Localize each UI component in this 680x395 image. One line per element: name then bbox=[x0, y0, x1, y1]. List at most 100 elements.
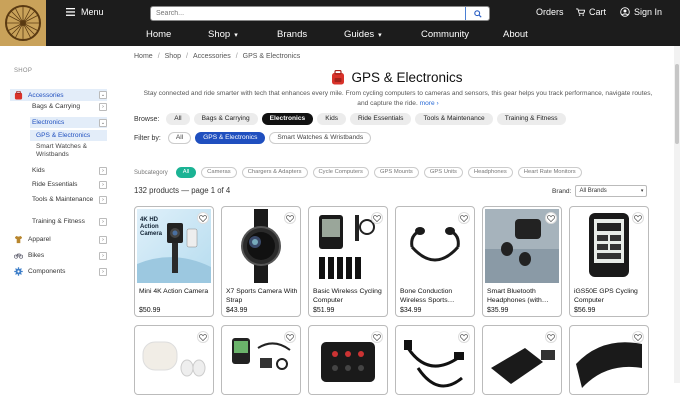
product-card[interactable] bbox=[221, 325, 301, 395]
browse-pill-ride-essentials[interactable]: Ride Essentials bbox=[350, 113, 412, 125]
sidebar-item-electronics[interactable]: Electronics ⌄ bbox=[30, 117, 107, 128]
expand-toggle[interactable]: › bbox=[99, 180, 107, 189]
orders-link[interactable]: Orders bbox=[536, 7, 564, 17]
nav-item-about[interactable]: About bbox=[503, 29, 528, 40]
search-input[interactable] bbox=[151, 7, 467, 20]
nav-item-label: Guides bbox=[344, 29, 375, 40]
scrollbar-thumb[interactable] bbox=[675, 64, 679, 144]
heart-icon[interactable] bbox=[632, 331, 644, 343]
nav-item-community[interactable]: Community bbox=[421, 29, 469, 40]
subcategory-pill-all[interactable]: All bbox=[175, 167, 197, 178]
product-card[interactable] bbox=[134, 325, 214, 395]
expand-toggle[interactable]: › bbox=[99, 166, 107, 175]
product-name[interactable]: X7 Sports Camera With Strap bbox=[226, 287, 298, 305]
page-scrollbar[interactable] bbox=[674, 46, 680, 383]
subcategory-pill-gps-mounts[interactable]: GPS Mounts bbox=[373, 167, 419, 178]
heart-icon[interactable] bbox=[284, 331, 296, 343]
filter-row: Filter by: All GPS & Electronics Smart Wat… bbox=[134, 132, 372, 144]
product-price: $35.99 bbox=[487, 307, 509, 314]
filter-pill-smart-watches-wristbands[interactable]: Smart Watches & Wristbands bbox=[269, 132, 372, 144]
nav-item-label: Home bbox=[146, 29, 172, 40]
product-card[interactable]: Bone Conduction Wireless Sports… $34.99 bbox=[395, 206, 475, 317]
product-card[interactable] bbox=[482, 325, 562, 395]
expand-toggle[interactable]: › bbox=[99, 267, 107, 276]
heart-icon[interactable] bbox=[458, 331, 470, 343]
product-card[interactable]: iGS50E GPS Cycling Computer $56.99 bbox=[569, 206, 649, 317]
sidebar-item-kids[interactable]: Kids › bbox=[10, 166, 107, 175]
subcategory-pill-chargers-adapters[interactable]: Chargers & Adapters bbox=[241, 167, 308, 178]
subcategory-pill-gps-units[interactable]: GPS Units bbox=[423, 167, 463, 178]
sidebar-item-label: Kids bbox=[32, 167, 45, 174]
bike-icon bbox=[14, 251, 23, 260]
sidebar-item-training-fitness[interactable]: Training & Fitness › bbox=[10, 217, 107, 226]
product-card[interactable]: 4K HD Action Camera Mini 4K Action Camera $5… bbox=[134, 206, 214, 317]
product-card[interactable] bbox=[308, 325, 388, 395]
product-name[interactable]: iGS50E GPS Cycling Computer bbox=[574, 287, 646, 305]
collapse-toggle[interactable]: ⌄ bbox=[99, 118, 107, 127]
sidebar-item-apparel[interactable]: Apparel › bbox=[10, 235, 107, 244]
browse-pill-training-fitness[interactable]: Training & Fitness bbox=[496, 113, 566, 125]
browse-pill-electronics[interactable]: Electronics bbox=[261, 113, 314, 125]
sidebar-item-accessories[interactable]: Accessories ⌄ bbox=[10, 89, 107, 101]
site-logo[interactable] bbox=[0, 0, 46, 46]
product-card[interactable]: X7 Sports Camera With Strap $43.99 bbox=[221, 206, 301, 317]
heart-icon[interactable] bbox=[545, 212, 557, 224]
collapse-toggle[interactable]: ⌄ bbox=[99, 91, 107, 99]
browse-pill-all[interactable]: All bbox=[166, 113, 190, 125]
filter-pill-gps-electronics[interactable]: GPS & Electronics bbox=[195, 132, 266, 144]
subcategory-pill-cycle-computers[interactable]: Cycle Computers bbox=[312, 167, 369, 178]
product-card[interactable] bbox=[395, 325, 475, 395]
sidebar-item-bags-carrying[interactable]: Bags & Carrying › bbox=[10, 102, 107, 111]
search-button[interactable] bbox=[465, 7, 489, 20]
browse-pill-kids[interactable]: Kids bbox=[317, 113, 347, 125]
sidebar-item-bikes[interactable]: Bikes › bbox=[10, 251, 107, 260]
expand-toggle[interactable]: › bbox=[99, 251, 107, 260]
subcategory-pill-headphones[interactable]: Headphones bbox=[467, 167, 513, 178]
heart-icon[interactable] bbox=[545, 331, 557, 343]
subcategory-pill-cameras[interactable]: Cameras bbox=[201, 167, 237, 178]
heart-icon[interactable] bbox=[458, 212, 470, 224]
expand-toggle[interactable]: › bbox=[99, 102, 107, 111]
product-card[interactable]: Basic Wireless Cycling Computer $51.99 bbox=[308, 206, 388, 317]
menu-button[interactable]: Menu bbox=[66, 7, 104, 17]
browse-pill-bags-carrying[interactable]: Bags & Carrying bbox=[193, 113, 258, 125]
sidebar-item-gps-electronics[interactable]: GPS & Electronics bbox=[30, 130, 107, 141]
sidebar-item-ride-essentials[interactable]: Ride Essentials › bbox=[10, 180, 107, 189]
breadcrumb-item[interactable]: Accessories bbox=[193, 53, 231, 60]
product-card[interactable] bbox=[569, 325, 649, 395]
heart-icon[interactable] bbox=[284, 212, 296, 224]
more-link[interactable]: more › bbox=[420, 100, 439, 107]
results-count: 132 products — page 1 of 4 bbox=[134, 186, 231, 195]
sidebar-item-components[interactable]: Components › bbox=[10, 267, 107, 276]
heart-icon[interactable] bbox=[632, 212, 644, 224]
signin-link[interactable]: Sign In bbox=[620, 7, 662, 17]
signin-label: Sign In bbox=[634, 7, 663, 17]
filter-pill-all[interactable]: All bbox=[167, 132, 192, 144]
product-name[interactable]: Mini 4K Action Camera bbox=[139, 287, 211, 296]
brand-select[interactable]: All Brands ▾ bbox=[575, 185, 648, 197]
breadcrumb-item[interactable]: Shop bbox=[165, 53, 181, 60]
heart-icon[interactable] bbox=[197, 331, 209, 343]
expand-toggle[interactable]: › bbox=[99, 235, 107, 244]
expand-toggle[interactable]: › bbox=[99, 217, 107, 226]
nav-item-brands[interactable]: Brands bbox=[277, 29, 307, 40]
breadcrumb-item[interactable]: Home bbox=[134, 53, 153, 60]
subcategory-pill-heart-rate-monitors[interactable]: Heart Rate Monitors bbox=[517, 167, 582, 178]
sidebar-item-smart-watches-wristbands[interactable]: Smart Watches & Wristbands bbox=[30, 143, 127, 159]
expand-toggle[interactable]: › bbox=[99, 196, 107, 204]
cart-link[interactable]: Cart bbox=[576, 7, 606, 17]
nav-item-home[interactable]: Home bbox=[146, 29, 171, 40]
nav-item-guides[interactable]: Guides ▾ bbox=[344, 29, 382, 40]
product-card[interactable]: Smart Bluetooth Headphones (with… $35.99 bbox=[482, 206, 562, 317]
nav-item-shop[interactable]: Shop ▾ bbox=[208, 29, 238, 40]
product-name[interactable]: Basic Wireless Cycling Computer bbox=[313, 287, 385, 305]
product-name[interactable]: Bone Conduction Wireless Sports… bbox=[400, 287, 472, 305]
page-title-text: GPS & Electronics bbox=[351, 70, 463, 85]
sidebar-item-tools-maintenance[interactable]: Tools & Maintenance › bbox=[10, 196, 107, 204]
sidebar-heading: SHOP bbox=[14, 68, 33, 74]
heart-icon[interactable] bbox=[197, 212, 209, 224]
heart-icon[interactable] bbox=[371, 212, 383, 224]
heart-icon[interactable] bbox=[371, 331, 383, 343]
browse-pill-tools-maintenance[interactable]: Tools & Maintenance bbox=[415, 113, 493, 125]
product-name[interactable]: Smart Bluetooth Headphones (with… bbox=[487, 287, 559, 305]
